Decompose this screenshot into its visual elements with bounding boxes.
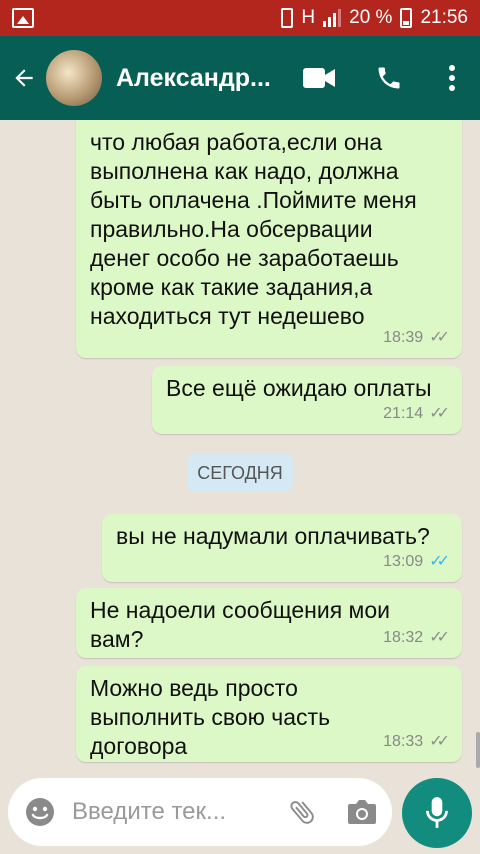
attach-icon xyxy=(290,801,314,824)
contact-name[interactable]: Александр... xyxy=(116,64,276,93)
emoji-icon xyxy=(26,798,54,826)
message-bubble[interactable]: вы не надумали оплачивать? 13:09 ✓✓ xyxy=(102,514,462,582)
battery-percent: 20 % xyxy=(349,7,393,28)
compose-box xyxy=(8,778,392,846)
gallery-notification-icon xyxy=(12,8,34,28)
message-meta: 18:32 ✓✓ xyxy=(383,623,450,652)
message-bubble[interactable]: Можно ведь просто выполнить свою часть д… xyxy=(76,666,462,762)
video-call-icon xyxy=(303,68,335,88)
message-meta: 18:33 ✓✓ xyxy=(383,727,450,756)
message-bubble[interactable]: Все ещё ожидаю оплаты 21:14 ✓✓ xyxy=(152,366,462,434)
message-time: 18:33 xyxy=(383,733,424,750)
status-indicators: H 20 % 21:56 xyxy=(281,7,468,29)
back-arrow-icon xyxy=(15,69,33,87)
chat-header: Александр... xyxy=(0,36,480,120)
more-vert-icon xyxy=(449,65,455,91)
double-check-icon: ✓✓ xyxy=(429,405,450,422)
back-button[interactable] xyxy=(2,36,46,120)
message-meta: 13:09 ✓✓ xyxy=(383,547,450,576)
more-options-button[interactable] xyxy=(424,36,480,120)
message-time: 18:32 xyxy=(383,629,424,646)
emoji-button[interactable] xyxy=(8,778,72,846)
battery-icon xyxy=(400,8,413,28)
mic-icon xyxy=(426,797,448,828)
attach-button[interactable] xyxy=(272,778,332,846)
message-bubble[interactable]: что любая работа,если она выполнена как … xyxy=(76,120,462,358)
message-bubble[interactable]: Не надоели сообщения мои вам? 18:32 ✓✓ xyxy=(76,588,462,658)
video-call-button[interactable] xyxy=(284,36,354,120)
phone-icon xyxy=(378,67,400,89)
message-text: что любая работа,если она выполнена как … xyxy=(90,129,417,329)
vibrate-icon xyxy=(281,8,294,28)
message-time: 18:39 xyxy=(383,329,424,346)
camera-icon xyxy=(348,800,376,824)
message-input[interactable] xyxy=(72,798,272,826)
compose-bar xyxy=(0,770,480,854)
contact-avatar[interactable] xyxy=(46,50,102,106)
voice-record-button[interactable] xyxy=(402,778,472,848)
date-separator: СЕГОДНЯ xyxy=(187,454,293,492)
message-time: 21:14 xyxy=(383,405,424,422)
message-meta: 18:39 ✓✓ xyxy=(383,323,450,352)
clock: 21:56 xyxy=(420,7,468,28)
message-list[interactable]: что любая работа,если она выполнена как … xyxy=(0,120,480,770)
double-check-icon: ✓✓ xyxy=(429,733,450,750)
scrollbar[interactable] xyxy=(476,732,480,768)
message-meta: 21:14 ✓✓ xyxy=(383,399,450,428)
network-type: H xyxy=(301,7,316,28)
signal-icon xyxy=(323,9,342,27)
camera-button[interactable] xyxy=(332,778,392,846)
voice-call-button[interactable] xyxy=(354,36,424,120)
double-check-icon: ✓✓ xyxy=(429,629,450,646)
double-check-icon: ✓✓ xyxy=(429,329,450,346)
double-check-read-icon: ✓✓ xyxy=(429,553,450,570)
message-time: 13:09 xyxy=(383,553,424,570)
status-bar: H 20 % 21:56 xyxy=(0,0,480,36)
